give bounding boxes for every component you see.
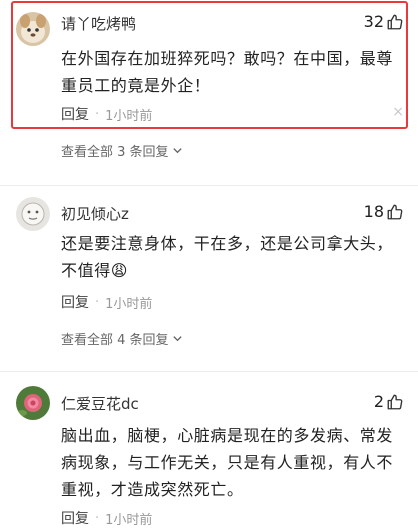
comment-text: 脑出血，脑梗，心脏病是现在的多发病、常发病现象，与工作无关，只是有人重视，有人不… (61, 426, 394, 499)
view-all-replies-label: 查看全部 3 条回复 (61, 145, 169, 160)
like-button[interactable]: 18 (364, 202, 404, 221)
comment-meta: 回复 · 1小时前 (61, 508, 152, 528)
reply-button[interactable]: 回复 (61, 292, 89, 312)
username[interactable]: 仁爱豆花dc (61, 393, 139, 414)
divider (0, 371, 418, 372)
thumbs-up-icon (387, 394, 403, 409)
meta-separator: · (95, 510, 100, 526)
timestamp: 1小时前 (105, 108, 153, 124)
timestamp: 1小时前 (105, 512, 153, 528)
avatar[interactable] (16, 197, 50, 231)
chevron-down-icon (172, 148, 182, 154)
comment-text: 在外国存在加班猝死吗？敢吗？在中国，最尊重员工的竟是外企！ (61, 49, 394, 95)
meta-separator: · (95, 106, 100, 122)
reply-button[interactable]: 回复 (61, 104, 89, 124)
view-all-replies-button[interactable]: 查看全部 4 条回复 (61, 329, 183, 348)
comment-text: 还是要注意身体，干在多，还是公司拿大头，不值得😩 (61, 234, 394, 280)
view-all-replies-button[interactable]: 查看全部 3 条回复 (61, 141, 183, 160)
like-count: 32 (363, 12, 384, 31)
thumbs-up-icon (387, 14, 403, 29)
divider (0, 185, 418, 186)
like-count: 18 (363, 202, 384, 221)
avatar[interactable] (16, 386, 50, 420)
like-count: 2 (373, 392, 384, 411)
comment-list: 请丫吃烤鸭 32 在外国存在加班猝死吗？敢吗？在中国，最尊重员工的竟是外企！ 回… (0, 0, 418, 532)
close-icon[interactable]: × (392, 104, 404, 120)
comment-meta: 回复 · 1小时前 (61, 104, 152, 124)
thumbs-up-icon (387, 204, 403, 219)
like-button[interactable]: 2 (374, 392, 404, 411)
avatar[interactable] (16, 12, 50, 46)
meta-separator: · (95, 294, 100, 310)
username[interactable]: 初见倾心z (61, 203, 129, 224)
reply-button[interactable]: 回复 (61, 508, 89, 528)
like-button[interactable]: 32 (364, 12, 404, 31)
view-all-replies-label: 查看全部 4 条回复 (61, 333, 169, 348)
chevron-down-icon (172, 336, 182, 342)
timestamp: 1小时前 (105, 296, 153, 312)
comment-meta: 回复 · 1小时前 (61, 292, 152, 312)
username[interactable]: 请丫吃烤鸭 (61, 13, 136, 34)
